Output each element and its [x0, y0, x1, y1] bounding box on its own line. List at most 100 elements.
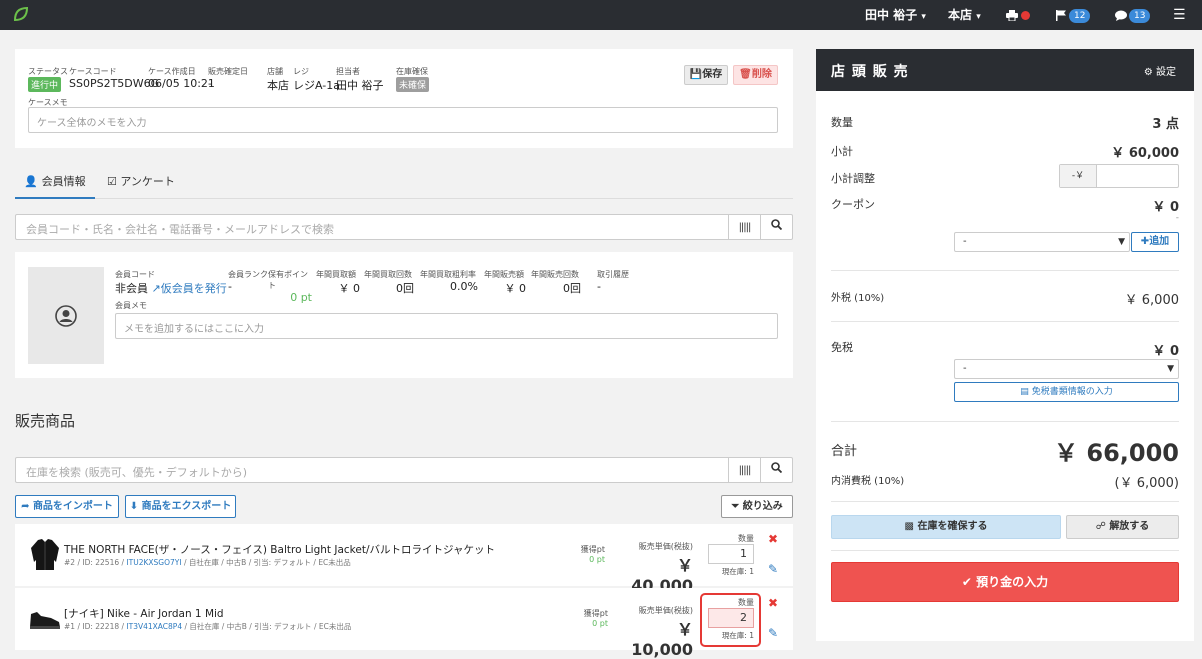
case-memo-input[interactable]: ケース全体のメモを入力: [28, 107, 778, 133]
import-products-button[interactable]: ➦ 商品をインポート: [15, 495, 119, 518]
divider: [831, 421, 1179, 422]
stock-search-button[interactable]: [760, 458, 792, 482]
settings-button[interactable]: ⚙ 設定: [1144, 63, 1176, 78]
reserve-stock-button[interactable]: ▩ 在庫を確保する: [831, 515, 1061, 539]
points-label: 獲得pt: [583, 609, 608, 618]
annual-margin-label: 年間買取粗利率: [420, 270, 476, 279]
product-row: [ナイキ] Nike - Air Jordan 1 Mid #1 / ID: 2…: [15, 588, 793, 659]
chat-notifications[interactable]: 13: [1115, 0, 1151, 30]
remove-item-icon[interactable]: ✖: [768, 532, 778, 546]
created-date-label: ケース作成日: [148, 67, 196, 76]
qty-total-value: 3 点: [1152, 117, 1179, 132]
chat-count-badge: 13: [1129, 8, 1151, 23]
annual-sales-label: 年間販売額: [484, 270, 524, 279]
member-memo-input[interactable]: メモを追加するにはここに入力: [115, 313, 778, 339]
coupon-select-value: -: [963, 236, 967, 247]
import-products-label: 商品をインポート: [32, 501, 113, 512]
search-icon: [771, 462, 783, 474]
barcode-icon: |||||: [738, 465, 752, 476]
divider: [831, 550, 1179, 551]
annual-buy-count-label: 年間買取回数: [364, 270, 412, 279]
checkbox-icon: ☑: [107, 175, 117, 188]
remove-item-icon[interactable]: ✖: [768, 596, 778, 610]
app-logo-icon[interactable]: [12, 5, 30, 23]
user-menu[interactable]: 田中 裕子 ▾: [865, 0, 926, 30]
add-coupon-button[interactable]: ✚追加: [1131, 232, 1179, 252]
annual-buy-value: ￥ 0: [338, 282, 361, 295]
delete-button[interactable]: 🗑削除: [733, 65, 778, 85]
confirmed-date-value: -: [208, 77, 212, 90]
member-search-button[interactable]: [760, 215, 792, 239]
product-meta-suffix: / 自社在庫 / 中古B / 引当: デフォルト / EC未出品: [184, 622, 352, 631]
barcode-icon: |||||: [738, 222, 752, 233]
subtotal-value: ￥ 60,000: [1111, 146, 1179, 161]
tax-exempt-select[interactable]: - ▼: [954, 359, 1179, 379]
product-points: 獲得pt 0 pt: [575, 544, 605, 564]
edit-item-icon[interactable]: ✎: [768, 626, 778, 640]
qty-input[interactable]: 2: [708, 608, 754, 628]
deposit-input-button[interactable]: ✔ 預り金の入力: [831, 562, 1179, 602]
points-label: 保有ポイント: [268, 270, 308, 290]
current-stock: 現在庫: 1: [721, 631, 754, 640]
external-link-icon: ↗: [151, 282, 161, 295]
stock-search-input[interactable]: 在庫を検索 (販売可、優先・デフォルトから): [26, 464, 247, 480]
store-label: 店舗: [267, 67, 283, 76]
internal-tax-value: (￥ 6,000): [1114, 476, 1180, 491]
avatar-user-icon: [55, 305, 77, 327]
product-sku-link[interactable]: IT3V41XAC8P4: [126, 622, 182, 631]
product-points: 獲得pt 0 pt: [578, 608, 608, 628]
member-memo-label: 会員メモ: [115, 301, 147, 310]
save-icon: 💾: [689, 69, 703, 80]
stock-barcode-scan-button[interactable]: |||||: [728, 458, 760, 482]
tab-member-info[interactable]: 👤 会員情報: [15, 168, 95, 199]
subtotal-label: 小計: [831, 145, 853, 158]
qty-input[interactable]: 1: [708, 544, 754, 564]
divider: [831, 501, 1179, 502]
price-label: 販売単価(税抜): [638, 606, 693, 615]
product-sku-link[interactable]: ITU2KXSGO7YI: [126, 558, 181, 567]
filter-button[interactable]: ⏷ 絞り込み: [721, 495, 793, 518]
coupon-label: クーポン: [831, 198, 875, 211]
divider: [831, 321, 1179, 322]
delete-button-label: 削除: [751, 69, 772, 80]
unlink-icon: ☍: [1095, 521, 1106, 532]
save-button[interactable]: 💾保存: [684, 65, 728, 85]
staff-value: 田中 裕子: [336, 79, 384, 92]
chevron-down-icon: ▼: [1118, 237, 1125, 247]
case-card: ステータス 進行中 ケースコード SS0PS2T5DW6G ケース作成日 06/…: [15, 49, 793, 148]
member-card: 会員コード 非会員 ↗仮会員を発行 会員ランク - 保有ポイント 0 pt 年間…: [15, 252, 793, 378]
subtotal-adjust-group: -￥: [1059, 164, 1179, 188]
tax-exempt-docs-button[interactable]: ▤ 免税書類情報の入力: [954, 382, 1179, 402]
confirmed-date-label: 販売確定日: [208, 67, 248, 76]
product-price: 販売単価(税抜) ￥ 10,000: [613, 605, 693, 659]
save-button-label: 保存: [702, 69, 723, 80]
add-coupon-label: 追加: [1149, 236, 1170, 247]
issue-temp-member-link[interactable]: ↗仮会員を発行: [152, 282, 227, 295]
annual-sales-count-label: 年間販売回数: [531, 270, 579, 279]
member-search-input[interactable]: 会員コード・氏名・会社名・電話番号・メールアドレスで検索: [26, 221, 334, 237]
tab-survey[interactable]: ☑ アンケート: [107, 168, 177, 199]
member-tabs: 👤 会員情報 ☑ アンケート: [15, 168, 793, 199]
jacket-product-image: [31, 539, 59, 570]
coupon-select[interactable]: - ▼: [954, 232, 1130, 252]
product-qty: 数量 2 現在庫: 1: [708, 597, 754, 641]
flag-count-badge: 12: [1069, 8, 1091, 23]
printer-status[interactable]: [1006, 0, 1030, 30]
product-meta-prefix: #2 / ID: 22516 /: [64, 558, 125, 567]
staff-label: 担当者: [336, 67, 360, 76]
price-label: 販売単価(税抜): [638, 542, 693, 551]
store-menu[interactable]: 本店 ▾: [948, 0, 981, 30]
barcode-scan-button[interactable]: |||||: [728, 215, 760, 239]
flag-notifications[interactable]: 12: [1056, 0, 1091, 30]
release-stock-button[interactable]: ☍ 解放する: [1066, 515, 1179, 539]
search-icon: [771, 219, 783, 231]
product-row: THE NORTH FACE(ザ・ノース・フェイス) Baltro Light …: [15, 524, 793, 595]
export-products-button[interactable]: ⬇ 商品をエクスポート: [125, 495, 236, 518]
grand-total-value: ￥ 66,000: [1054, 439, 1179, 467]
current-stock: 現在庫: 1: [721, 567, 754, 576]
product-qty: 数量 1 現在庫: 1: [708, 533, 754, 577]
subtotal-adjust-input[interactable]: [1098, 165, 1178, 187]
hamburger-menu-icon[interactable]: ☰: [1173, 0, 1186, 30]
trash-icon: 🗑: [739, 69, 752, 80]
edit-item-icon[interactable]: ✎: [768, 562, 778, 576]
